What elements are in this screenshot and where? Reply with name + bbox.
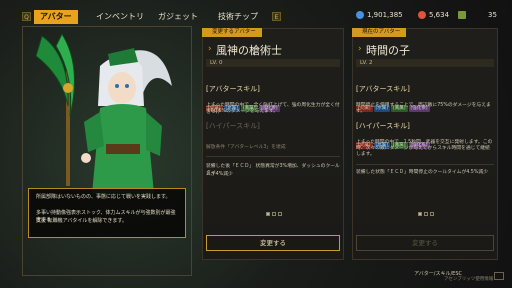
key-icon xyxy=(458,11,466,19)
key-amount: 35 xyxy=(488,11,497,19)
page-dot[interactable] xyxy=(424,212,428,216)
chevron-right-icon: › xyxy=(358,44,362,54)
gem-icon xyxy=(418,11,426,19)
page-dot[interactable] xyxy=(278,212,282,216)
tab-gadget[interactable]: ガジェット xyxy=(152,10,204,24)
avatar-description-line: 支援 転職機アバタイルを解除できます。 xyxy=(36,218,127,224)
chevron-right-icon: › xyxy=(208,44,212,54)
hyper-skill-text: します。 xyxy=(356,152,375,157)
page-dot[interactable] xyxy=(266,212,270,216)
tab-inventory[interactable]: インベントリ xyxy=(90,10,150,24)
change-avatar-button[interactable]: 変更する xyxy=(206,235,340,251)
new-avatar-tag: 変更するアバター xyxy=(202,28,262,37)
new-avatar-level: LV. 0 xyxy=(206,59,340,67)
hyper-skill-unlock-condition: 解放条件「アバターレベル3」を達成 xyxy=(206,145,286,150)
avatar-skill-text: す。 xyxy=(356,109,366,114)
tab-tech-chip[interactable]: 技術チップ xyxy=(212,10,264,24)
new-avatar-name: 風神の槍術士 xyxy=(216,44,282,57)
divider xyxy=(356,164,494,165)
avatar-skill-text: て60.5%のダメージを与えます。 xyxy=(206,109,279,114)
coin-amount: 1,901,385 xyxy=(367,11,403,19)
hyper-skill-header: [ハイパースキル] xyxy=(356,122,410,130)
avatar-skill-header: [アバタースキル] xyxy=(206,85,260,93)
next-tab-key[interactable]: E xyxy=(272,12,281,21)
current-avatar-level: LV. 2 xyxy=(356,59,494,67)
page-dot[interactable] xyxy=(430,212,434,216)
current-avatar-name: 時間の子 xyxy=(366,44,410,57)
change-avatar-button-disabled: 変更する xyxy=(356,235,494,251)
divider xyxy=(206,156,340,157)
hyper-skill-header-locked: [ハイパースキル] xyxy=(206,122,260,130)
page-dot[interactable] xyxy=(418,212,422,216)
equip-effect-text: ムが4%減少 xyxy=(206,172,233,177)
page-dot[interactable] xyxy=(272,212,276,216)
settings-icon[interactable] xyxy=(494,272,504,280)
tab-avatar[interactable]: アバター xyxy=(34,10,78,24)
avatar-skill-header: [アバタースキル] xyxy=(356,85,410,93)
prev-tab-key[interactable]: Q xyxy=(22,12,31,21)
coin-icon xyxy=(356,11,364,19)
avatar-description-line: 所属部隊はいないものの、事態に応じて戦いを実践します。 xyxy=(36,194,171,200)
footer-note: アセンブリッツ使用情報 xyxy=(444,277,494,282)
gem-amount: 5,634 xyxy=(429,11,450,19)
current-avatar-tag: 現在のアバター xyxy=(352,28,407,37)
equip-effect-text: 装備した状態「ＥＣＤ」時間停止のクールタイムが4.5%減少 xyxy=(356,170,489,175)
avatar-character-illustration xyxy=(35,32,172,194)
